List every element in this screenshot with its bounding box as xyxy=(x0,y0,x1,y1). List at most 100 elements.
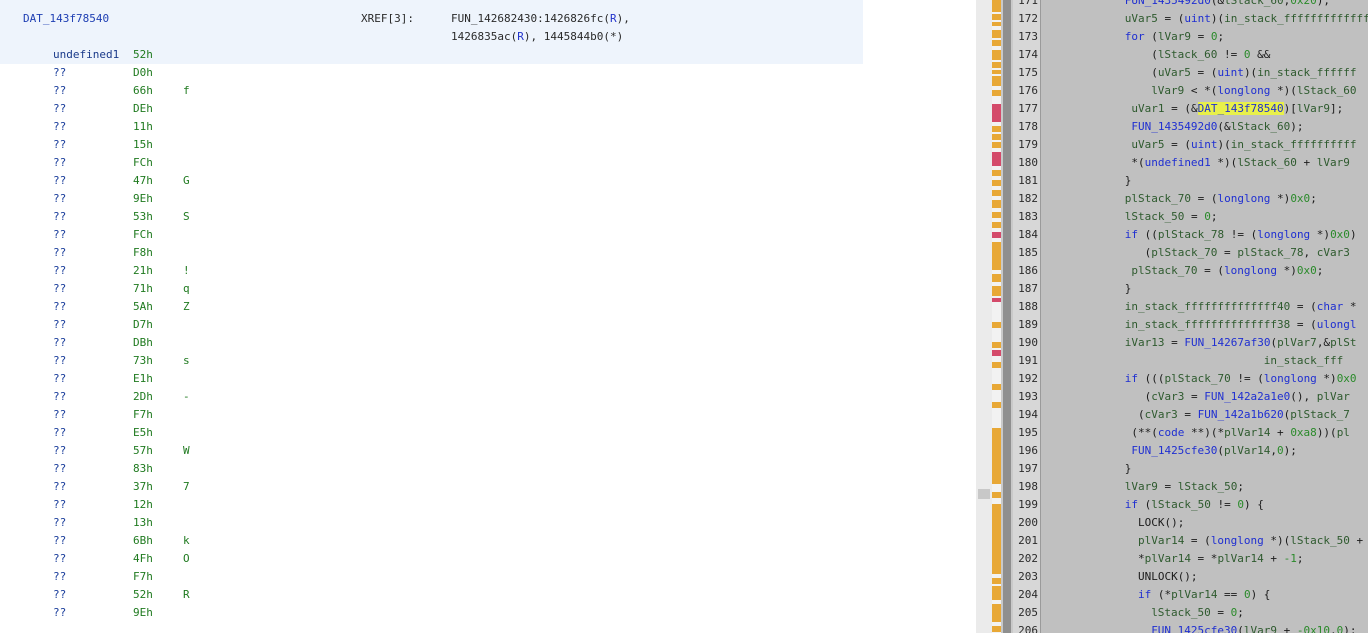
overview-strip[interactable] xyxy=(976,0,992,633)
marker-tick[interactable] xyxy=(992,152,1001,166)
row-type[interactable]: ?? xyxy=(53,478,66,496)
variable-token[interactable]: plVar14 xyxy=(1217,552,1263,565)
code-line[interactable]: uVar5 = (uint)(in_stack_ffffffffff xyxy=(1131,136,1356,154)
row-type[interactable]: ?? xyxy=(53,460,66,478)
code-line[interactable]: (lStack_60 != 0 && xyxy=(1151,46,1270,64)
row-hex-value[interactable]: D7h xyxy=(133,316,153,334)
code-line[interactable]: LOCK(); xyxy=(1138,514,1184,532)
code-line[interactable]: } xyxy=(1125,280,1132,298)
variable-token[interactable]: cVar3 xyxy=(1317,246,1350,259)
row-type[interactable]: ?? xyxy=(53,64,66,82)
type-token[interactable]: code xyxy=(1158,426,1185,439)
code-line[interactable]: for (lVar9 = 0; xyxy=(1125,28,1224,46)
row-type[interactable]: ?? xyxy=(53,388,66,406)
decompiler-view[interactable]: 171 FUN_1435492d0(&lStack_60,0x20); 172 uVa… xyxy=(1013,0,1368,633)
code-line[interactable]: if (lStack_50 != 0) { xyxy=(1125,496,1264,514)
marker-tick[interactable] xyxy=(992,200,1001,208)
variable-token[interactable]: in_stack_ffffffffffffff38 xyxy=(1125,318,1291,331)
row-hex-value[interactable]: E1h xyxy=(133,370,153,388)
type-token[interactable]: longlong xyxy=(1217,84,1270,97)
marker-tick[interactable] xyxy=(992,22,1001,26)
marker-tick[interactable] xyxy=(992,190,1001,196)
marker-tick[interactable] xyxy=(992,126,1001,132)
code-line[interactable]: if (((plStack_70 != (longlong *)0x0 xyxy=(1125,370,1357,388)
code-line[interactable]: lStack_50 = 0; xyxy=(1125,208,1218,226)
variable-token[interactable]: lStack_50 xyxy=(1151,606,1211,619)
code-line[interactable]: plStack_70 = (longlong *)0x0; xyxy=(1131,262,1323,280)
marker-tick[interactable] xyxy=(992,142,1001,148)
listing-scrollbar[interactable] xyxy=(1001,0,1013,633)
row-type[interactable]: ?? xyxy=(53,424,66,442)
row-hex-value[interactable]: 9Eh xyxy=(133,190,153,208)
variable-token[interactable]: plStack_7 xyxy=(1290,408,1350,421)
code-line[interactable]: (uVar5 = (uint)(in_stack_ffffff xyxy=(1151,64,1356,82)
row-hex-value[interactable]: 9Eh xyxy=(133,604,153,622)
marker-tick[interactable] xyxy=(992,298,1001,302)
marker-tick[interactable] xyxy=(992,62,1001,68)
code-line[interactable]: FUN_1435492d0(&lStack_60,0x20); xyxy=(1125,0,1330,10)
decompiler-marker-margin[interactable] xyxy=(992,0,1001,633)
variable-token[interactable]: plStack_78 xyxy=(1237,246,1303,259)
variable-token[interactable]: plStack_70 xyxy=(1125,192,1191,205)
marker-tick[interactable] xyxy=(992,322,1001,328)
type-token[interactable]: ulongl xyxy=(1317,318,1357,331)
marker-tick[interactable] xyxy=(992,586,1001,600)
row-hex-value[interactable]: 13h xyxy=(133,514,153,532)
type-token[interactable]: longlong xyxy=(1211,534,1264,547)
marker-tick[interactable] xyxy=(992,286,1001,296)
variable-token[interactable]: in_stack_ffffffffffffff40 xyxy=(1125,300,1291,313)
xref-ref-2[interactable]: 1426835ac xyxy=(451,30,511,43)
variable-token[interactable]: plStack_78 xyxy=(1158,228,1224,241)
row-hex-value[interactable]: 53h xyxy=(133,208,153,226)
marker-tick[interactable] xyxy=(992,626,1001,632)
row-type[interactable]: ?? xyxy=(53,118,66,136)
code-line[interactable]: in_stack_ffffffffffffff40 = (char * xyxy=(1125,298,1357,316)
code-line[interactable]: FUN_1425cfe30(lVar9 + -0x10,0); xyxy=(1151,622,1356,633)
variable-token[interactable]: plStack_70 xyxy=(1131,264,1197,277)
marker-tick[interactable] xyxy=(992,134,1001,140)
row-hex-value[interactable]: FCh xyxy=(133,154,153,172)
marker-tick[interactable] xyxy=(992,342,1001,348)
variable-token[interactable]: in_stack_fff xyxy=(1264,354,1343,367)
function-token[interactable]: FUN_1425cfe30 xyxy=(1131,444,1217,457)
row-type[interactable]: ?? xyxy=(53,244,66,262)
marker-tick[interactable] xyxy=(992,222,1001,228)
xref-ref-3[interactable]: 1445844b0 xyxy=(544,30,604,43)
variable-token[interactable]: lStack_60 xyxy=(1237,156,1297,169)
row-hex-value[interactable]: FCh xyxy=(133,226,153,244)
row-hex-value[interactable]: 6Bh xyxy=(133,532,153,550)
row-hex-value[interactable]: 47h xyxy=(133,172,153,190)
code-line[interactable]: (**(code **)(*plVar14 + 0xa8))(pl xyxy=(1131,424,1350,442)
code-line[interactable]: if (*plVar14 == 0) { xyxy=(1138,586,1270,604)
keyword-token[interactable]: if xyxy=(1138,588,1151,601)
code-line[interactable]: uVar5 = (uint)(in_stack_ffffffffffffff xyxy=(1125,10,1368,28)
row-hex-value[interactable]: 4Fh xyxy=(133,550,153,568)
code-line[interactable]: } xyxy=(1125,460,1132,478)
row-type[interactable]: ?? xyxy=(53,532,66,550)
variable-token[interactable]: plVar14 xyxy=(1224,426,1270,439)
row-type[interactable]: ?? xyxy=(53,514,66,532)
marker-tick[interactable] xyxy=(992,578,1001,584)
type-token[interactable]: char xyxy=(1317,300,1344,313)
scrollbar-thumb[interactable] xyxy=(1003,0,1011,633)
variable-token[interactable]: plStack_70 xyxy=(1164,372,1230,385)
variable-token[interactable]: in_stack_ffffffffff xyxy=(1231,138,1357,151)
xref-ref-1[interactable]: FUN_142682430:1426826fc xyxy=(451,12,603,25)
variable-token[interactable]: lStack_50 xyxy=(1125,210,1185,223)
row-hex-value[interactable]: E5h xyxy=(133,424,153,442)
function-token[interactable]: FUN_1435492d0 xyxy=(1131,120,1217,133)
row-type[interactable]: ?? xyxy=(53,262,66,280)
row-hex-value[interactable]: 11h xyxy=(133,118,153,136)
marker-tick[interactable] xyxy=(992,0,1001,12)
code-line[interactable]: iVar13 = FUN_14267af30(plVar7,&plSt xyxy=(1125,334,1357,352)
variable-token[interactable]: lStack_50 xyxy=(1290,534,1350,547)
row-type[interactable]: ?? xyxy=(53,154,66,172)
keyword-token[interactable]: for xyxy=(1125,30,1145,43)
type-token[interactable]: longlong xyxy=(1264,372,1317,385)
keyword-token[interactable]: if xyxy=(1125,498,1138,511)
row-hex-value[interactable]: 12h xyxy=(133,496,153,514)
variable-token[interactable]: iVar13 xyxy=(1125,336,1165,349)
variable-token[interactable]: lVar9 xyxy=(1317,156,1350,169)
code-line[interactable]: *plVar14 = *plVar14 + -1; xyxy=(1138,550,1304,568)
row-type[interactable]: ?? xyxy=(53,370,66,388)
